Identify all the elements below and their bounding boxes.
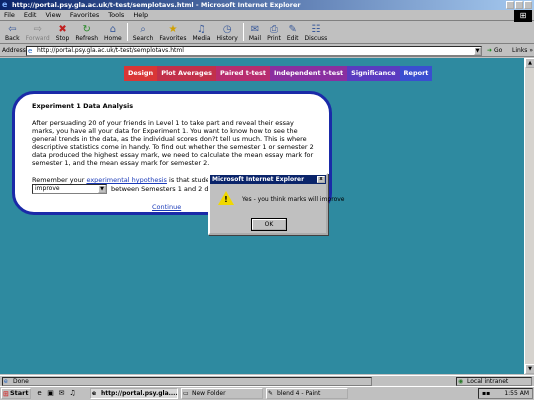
taskbar: ⊞ Start e ▣ ✉ ♫ e http://portal.psy.gla.… xyxy=(0,386,534,400)
address-label: Address xyxy=(2,47,26,54)
nav-plot-averages[interactable]: Plot Averages xyxy=(157,66,216,81)
site-nav: Design Plot Averages Paired t-test Indep… xyxy=(124,66,433,81)
history-button[interactable]: ◷ History xyxy=(214,21,241,43)
back-button[interactable]: ⇦ Back xyxy=(2,21,23,43)
history-icon: ◷ xyxy=(222,24,232,35)
address-url: http://portal.psy.gla.ac.uk/t-test/sempl… xyxy=(37,47,184,54)
page-icon: e xyxy=(28,47,33,55)
search-button[interactable]: ⌕ Search xyxy=(130,21,157,43)
window-controls xyxy=(506,1,532,9)
nav-design[interactable]: Design xyxy=(124,66,158,81)
scroll-up-icon[interactable]: ▲ xyxy=(525,58,534,68)
ie-task-icon: e xyxy=(92,390,97,397)
status-bar: e Done ◉ Local intranet xyxy=(0,375,534,386)
address-dropdown-icon[interactable]: ▼ xyxy=(474,47,481,55)
alert-dialog: Microsoft Internet Explorer x ! Yes - yo… xyxy=(208,173,344,235)
nav-paired-t-test[interactable]: Paired t-test xyxy=(215,66,271,81)
forward-button[interactable]: ⇨ Forward xyxy=(23,21,53,43)
menu-file[interactable]: File xyxy=(4,11,15,19)
vertical-scrollbar[interactable]: ▲ ▼ xyxy=(524,58,534,374)
title-bar: e http://portal.psy.gla.ac.uk/t-test/sem… xyxy=(0,0,534,10)
window-title: http://portal.psy.gla.ac.uk/t-test/sempl… xyxy=(12,1,301,9)
toolbar-separator xyxy=(126,23,128,41)
close-window-button[interactable] xyxy=(524,1,532,9)
nav-report[interactable]: Report xyxy=(399,66,433,81)
print-icon: ⎙ xyxy=(269,24,278,35)
task-paint[interactable]: ✎ blend 4 - Paint xyxy=(266,388,348,399)
system-tray: ▪▪ 1:55 AM xyxy=(478,388,533,399)
menu-help[interactable]: Help xyxy=(133,11,148,19)
hypothesis-select[interactable]: improve ▼ xyxy=(32,184,107,194)
edit-icon: ✎ xyxy=(288,24,297,35)
address-input[interactable]: e http://portal.psy.gla.ac.uk/t-test/sem… xyxy=(26,46,482,56)
start-button[interactable]: ⊞ Start xyxy=(1,388,31,399)
go-button[interactable]: ➜ Go xyxy=(487,47,502,54)
menu-view[interactable]: View xyxy=(45,11,60,19)
quicklaunch-desktop-icon[interactable]: ▣ xyxy=(46,389,55,398)
paint-icon: ✎ xyxy=(268,390,274,397)
discuss-icon: ☷ xyxy=(311,24,321,35)
dialog-title-bar: Microsoft Internet Explorer x xyxy=(210,175,326,184)
card-heading: Experiment 1 Data Analysis xyxy=(32,102,134,110)
security-zone-panel: ◉ Local intranet xyxy=(456,377,532,386)
folder-icon: ▭ xyxy=(183,390,189,397)
task-ie-window[interactable]: e http://portal.psy.gla.... xyxy=(90,388,178,399)
edit-button[interactable]: ✎ Edit xyxy=(284,21,302,43)
quicklaunch-mail-icon[interactable]: ✉ xyxy=(57,389,66,398)
stop-icon: ✖ xyxy=(58,24,67,35)
go-arrow-icon: ➜ xyxy=(487,47,493,54)
status-text-panel: e Done xyxy=(2,377,372,386)
maximize-button[interactable] xyxy=(515,1,523,9)
nav-independent-t-test[interactable]: Independent t-test xyxy=(270,66,348,81)
minimize-button[interactable] xyxy=(506,1,514,9)
ie-icon: e xyxy=(2,0,8,9)
home-icon: ⌂ xyxy=(109,24,117,35)
between-text: between Semesters 1 and 2 d xyxy=(111,185,209,193)
ok-button[interactable]: OK xyxy=(251,218,287,231)
continue-link[interactable]: Continue xyxy=(152,203,181,211)
dialog-message: Yes - you think marks will improve xyxy=(242,196,345,203)
tray-network-icon[interactable]: ▪▪ xyxy=(482,389,490,398)
menu-bar: File Edit View Favorites Tools Help xyxy=(0,10,534,21)
discuss-button[interactable]: ☷ Discuss xyxy=(302,21,331,43)
back-arrow-icon: ⇦ xyxy=(8,24,17,35)
dialog-close-button[interactable]: x xyxy=(317,176,325,183)
mail-button[interactable]: ✉ Mail xyxy=(246,21,264,43)
favorites-button[interactable]: ★ Favorites xyxy=(156,21,189,43)
favorites-star-icon: ★ xyxy=(168,24,178,35)
refresh-button[interactable]: ↻ Refresh xyxy=(72,21,101,43)
page-done-icon: e xyxy=(4,378,8,385)
toolbar-separator xyxy=(242,23,244,41)
forward-arrow-icon: ⇨ xyxy=(33,24,42,35)
address-bar: Address e http://portal.psy.gla.ac.uk/t-… xyxy=(0,45,534,57)
clock: 1:55 AM xyxy=(504,390,529,397)
media-button[interactable]: ♫ Media xyxy=(189,21,213,43)
mail-icon: ✉ xyxy=(250,24,260,35)
stop-button[interactable]: ✖ Stop xyxy=(53,21,73,43)
hypothesis-link[interactable]: experimental hypothesis xyxy=(86,176,167,184)
quicklaunch-ie-icon[interactable]: e xyxy=(35,389,44,398)
warning-exclamation: ! xyxy=(224,195,228,204)
windows-flag-icon: ⊞ xyxy=(3,390,9,398)
quicklaunch-media-icon[interactable]: ♫ xyxy=(68,389,77,398)
web-page: Design Plot Averages Paired t-test Indep… xyxy=(0,58,524,374)
media-icon: ♫ xyxy=(197,24,206,35)
print-button[interactable]: ⎙ Print xyxy=(264,21,284,43)
task-new-folder[interactable]: ▭ New Folder xyxy=(181,388,263,399)
nav-significance[interactable]: Significance xyxy=(347,66,400,81)
chevron-down-icon: ▼ xyxy=(98,185,106,193)
search-icon: ⌕ xyxy=(140,24,146,35)
scroll-down-icon[interactable]: ▼ xyxy=(525,364,534,374)
menu-edit[interactable]: Edit xyxy=(24,11,37,19)
intranet-icon: ◉ xyxy=(458,378,464,385)
browser-window: e http://portal.psy.gla.ac.uk/t-test/sem… xyxy=(0,0,534,400)
windows-logo-icon: ⊞ xyxy=(514,10,532,22)
standard-toolbar: ⇦ Back ⇨ Forward ✖ Stop ↻ Refresh ⌂ Home ⌕ Sea… xyxy=(0,22,534,44)
menu-favorites[interactable]: Favorites xyxy=(70,11,99,19)
home-button[interactable]: ⌂ Home xyxy=(101,21,125,43)
menu-tools[interactable]: Tools xyxy=(108,11,124,19)
links-button[interactable]: Links » xyxy=(512,47,533,54)
intro-paragraph: After persuading 20 of your friends in L… xyxy=(32,119,314,167)
refresh-icon: ↻ xyxy=(82,24,91,35)
